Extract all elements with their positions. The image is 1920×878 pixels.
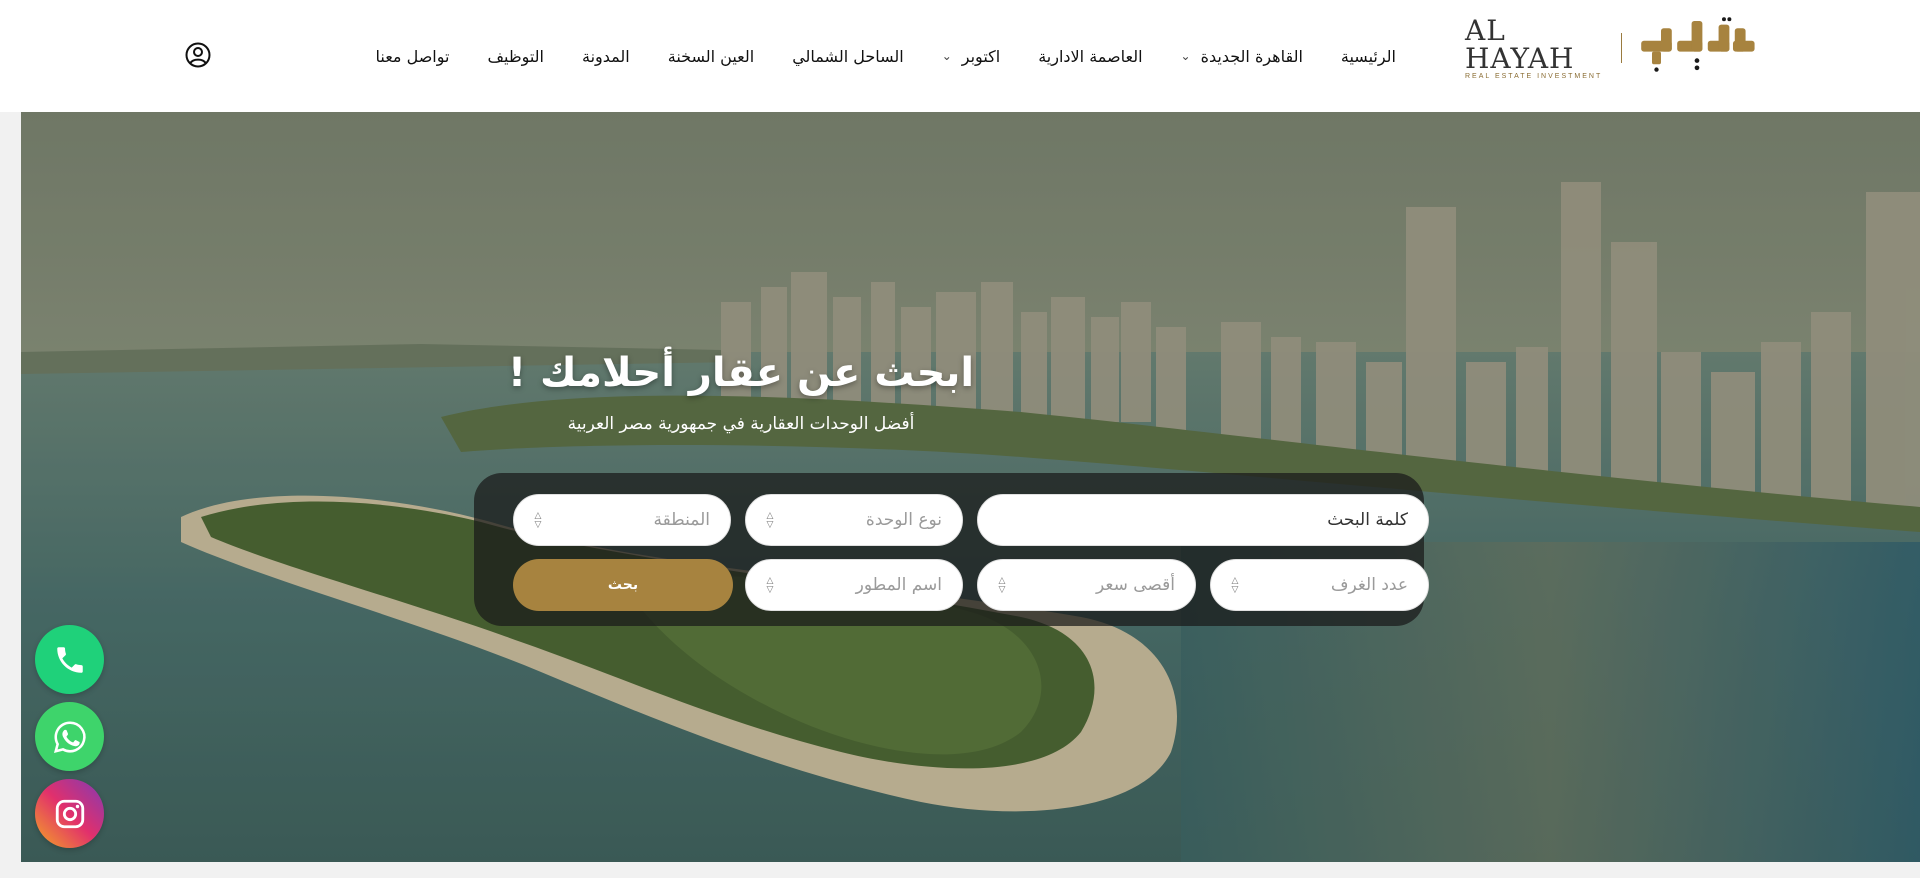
brand-name: AL HAYAH xyxy=(1465,13,1575,75)
hero-subtitle: أفضل الوحدات العقارية في جمهورية مصر الع… xyxy=(567,414,915,434)
select-arrows-icon: △ ▽ xyxy=(766,511,774,530)
nav-item-label: تواصل معنا xyxy=(375,46,450,66)
nav-item-blog[interactable]: المدونة xyxy=(582,47,630,66)
hero-title: ابحث عن عقار أحلامك ! xyxy=(507,350,975,396)
rooms-select[interactable]: عدد الغرف △ ▽ xyxy=(1210,559,1429,611)
unit-type-label: نوع الوحدة xyxy=(865,510,942,530)
nav-item-label: القاهرة الجديدة xyxy=(1200,46,1303,66)
nav-item-label: التوظيف xyxy=(487,46,544,66)
nav-item-new-capital[interactable]: العاصمة الادارية xyxy=(1038,47,1142,66)
rooms-label: عدد الغرف xyxy=(1330,575,1408,595)
nav-item-label: العاصمة الادارية xyxy=(1038,46,1143,66)
logo-text: AL HAYAH REAL ESTATE INVESTMENT xyxy=(1465,13,1609,80)
nav-item-contact[interactable]: تواصل معنا xyxy=(376,47,450,66)
search-keyword-placeholder: كلمة البحث xyxy=(1327,510,1408,530)
nav-item-label: اكتوبر xyxy=(961,46,1001,66)
chevron-down-icon: ⌄ xyxy=(1180,49,1191,63)
select-arrows-icon: △ ▽ xyxy=(998,576,1006,595)
phone-icon xyxy=(56,646,83,673)
phone-button[interactable] xyxy=(35,625,104,694)
nav-item-label: الرئيسية xyxy=(1340,46,1396,66)
nav-item-new-cairo[interactable]: القاهرة الجديدة ⌄ xyxy=(1181,47,1303,66)
search-keyword-input[interactable]: كلمة البحث xyxy=(977,494,1429,546)
user-circle-icon[interactable] xyxy=(185,42,211,68)
logo-divider xyxy=(1621,33,1623,63)
whatsapp-icon xyxy=(53,720,86,753)
developer-select[interactable]: اسم المطور △ ▽ xyxy=(745,559,963,611)
unit-type-select[interactable]: نوع الوحدة △ ▽ xyxy=(745,494,963,546)
select-arrows-icon: △ ▽ xyxy=(534,511,542,530)
nav-item-label: الساحل الشمالي xyxy=(792,46,904,66)
nav-item-label: العين السخنة xyxy=(667,46,755,66)
area-label: المنطقة xyxy=(653,510,710,530)
logo-mark-icon xyxy=(1641,17,1755,72)
chevron-down-icon: ⌄ xyxy=(941,49,952,63)
max-price-label: أقصى سعر xyxy=(1096,575,1175,595)
nav-item-careers[interactable]: التوظيف xyxy=(487,47,544,66)
instagram-icon xyxy=(55,799,84,828)
brand-tagline: REAL ESTATE INVESTMENT xyxy=(1465,72,1603,80)
select-arrows-icon: △ ▽ xyxy=(766,576,774,595)
nav-item-home[interactable]: الرئيسية xyxy=(1341,47,1396,66)
search-button[interactable]: بحث xyxy=(513,559,733,611)
main-nav: الرئيسية القاهرة الجديدة ⌄ العاصمة الادا… xyxy=(175,0,1397,112)
instagram-button[interactable] xyxy=(35,779,104,848)
developer-label: اسم المطور xyxy=(855,575,942,595)
max-price-select[interactable]: أقصى سعر △ ▽ xyxy=(977,559,1196,611)
select-arrows-icon: △ ▽ xyxy=(1231,576,1239,595)
whatsapp-button[interactable] xyxy=(35,702,104,771)
nav-item-label: المدونة xyxy=(582,46,630,66)
nav-item-ain-sokhna[interactable]: العين السخنة xyxy=(668,47,754,66)
nav-item-october[interactable]: اكتوبر ⌄ xyxy=(942,47,1001,66)
site-header: AL HAYAH REAL ESTATE INVESTMENT الرئيسية… xyxy=(0,0,1920,112)
area-select[interactable]: المنطقة △ ▽ xyxy=(513,494,731,546)
brand-logo[interactable]: AL HAYAH REAL ESTATE INVESTMENT xyxy=(1465,12,1760,84)
nav-item-north-coast[interactable]: الساحل الشمالي xyxy=(792,47,904,66)
